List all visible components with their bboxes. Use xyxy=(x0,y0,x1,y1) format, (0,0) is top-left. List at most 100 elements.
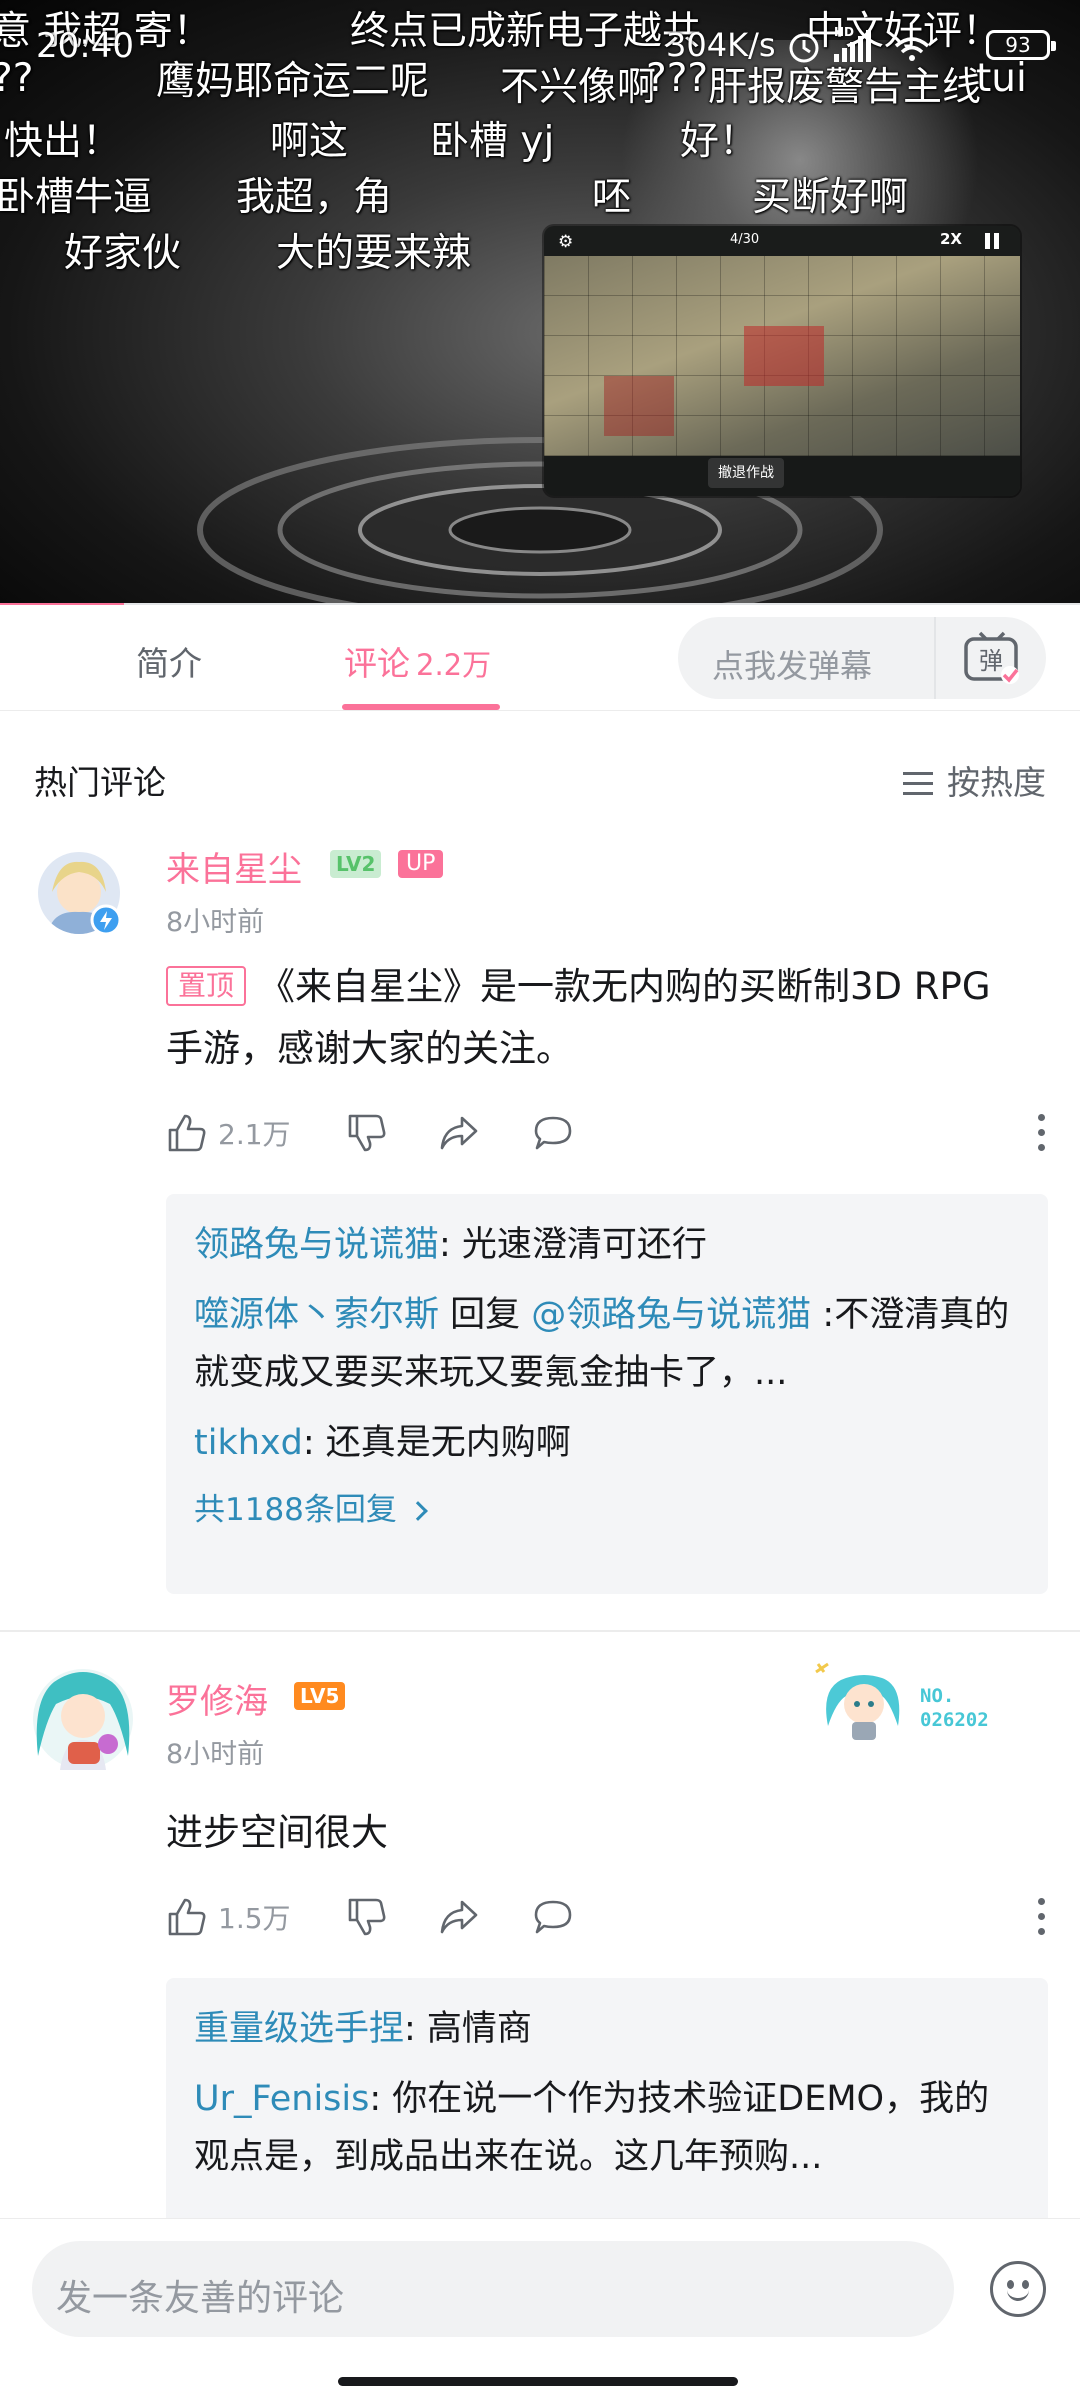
sort-button[interactable]: 按热度 xyxy=(903,756,1046,804)
chat-bubble-icon xyxy=(534,1900,572,1934)
emoji-icon[interactable] xyxy=(990,2261,1046,2317)
svg-text:弹: 弹 xyxy=(979,647,1003,675)
reply-username[interactable]: 领路兔与说谎猫 xyxy=(194,1225,439,1265)
like-button[interactable]: 2.1万 xyxy=(166,1108,291,1158)
reply-text: : 光速澄清可还行 xyxy=(439,1225,707,1265)
reply-username[interactable]: 噬源体丶索尔斯 xyxy=(194,1295,439,1335)
comment-username[interactable]: 罗修海 xyxy=(166,1674,268,1723)
battery-indicator: 93 xyxy=(986,30,1056,60)
level-badge: LV2 xyxy=(330,850,382,878)
danmaku-comment: 好家伙 xyxy=(64,231,182,276)
up-badge: UP xyxy=(398,850,444,878)
comment-time: 8小时前 xyxy=(166,1739,265,1770)
tab-active-indicator xyxy=(342,704,500,710)
reply-username[interactable]: tikhxd xyxy=(194,1423,303,1463)
share-button[interactable] xyxy=(438,1892,480,1942)
comment-input[interactable]: 发一条友善的评论 xyxy=(32,2241,954,2337)
like-count: 1.5万 xyxy=(218,1902,291,1935)
video-progress-bar[interactable] xyxy=(0,603,1080,605)
gear-icon[interactable]: ⚙ xyxy=(558,232,573,252)
level-badge: LV5 xyxy=(294,1682,346,1710)
reply-preview-box[interactable]: 重量级选手捏: 高情商 Ur_Fenisis: 你在说一个作为技术验证DEMO，… xyxy=(166,1978,1048,2238)
share-icon xyxy=(440,1116,478,1150)
danmaku-comment: 呸 xyxy=(592,175,632,220)
pip-game-board xyxy=(544,256,1020,456)
fan-garb-badge: NO. 026202 xyxy=(806,1656,1016,1746)
tab-comments-label: 评论 xyxy=(344,644,410,683)
garb-number: NO. 026202 xyxy=(920,1684,989,1732)
reply-mention[interactable]: @领路兔与说谎猫 xyxy=(531,1295,811,1335)
comment-username[interactable]: 来自星尘 xyxy=(166,842,302,891)
pip-wave-counter: 4/30 xyxy=(730,232,760,247)
comment-actions: 2.1万 xyxy=(166,1108,1046,1158)
verified-badge-icon xyxy=(90,904,122,936)
view-all-replies-link[interactable]: 共1188条回复 xyxy=(194,1484,1020,1529)
wifi-icon xyxy=(894,37,930,61)
reply-username[interactable]: Ur_Fenisis xyxy=(194,2079,369,2119)
network-speed: 304K/s xyxy=(666,26,776,64)
pip-gameplay-window[interactable]: ⚙ 4/30 2X 撤退作战 xyxy=(544,226,1020,496)
danmaku-comment: 我超，角 xyxy=(236,175,393,220)
reply-preview-box[interactable]: 领路兔与说谎猫: 光速澄清可还行 噬源体丶索尔斯 回复 @领路兔与说谎猫 :不澄… xyxy=(166,1194,1048,1594)
more-options-icon[interactable] xyxy=(1036,1114,1046,1152)
sort-icon xyxy=(903,772,933,796)
reply-item: tikhxd: 还真是无内购啊 xyxy=(194,1414,1020,1472)
miku-figure-icon xyxy=(815,1662,900,1740)
danmaku-input-placeholder: 点我发弹幕 xyxy=(712,647,873,685)
danmaku-toggle-icon[interactable]: 弹 xyxy=(960,629,1024,687)
like-count: 2.1万 xyxy=(218,1118,291,1151)
tab-intro[interactable]: 简介 xyxy=(136,637,202,685)
alarm-icon xyxy=(789,33,819,63)
garb-number-label: NO. xyxy=(920,1685,955,1707)
reply-username[interactable]: 重量级选手捏 xyxy=(194,2009,404,2049)
reply-text: : 还真是无内购啊 xyxy=(302,1423,571,1463)
video-progress-fill xyxy=(0,603,125,605)
pip-retreat-button[interactable]: 撤退作战 xyxy=(708,458,784,488)
thumbs-up-icon xyxy=(168,1898,206,1936)
comment-time: 8小时前 xyxy=(166,907,265,938)
danmaku-comment: 好！ xyxy=(680,119,759,164)
reply-total-label: 共1188条回复 xyxy=(194,1492,397,1528)
reply-item: 领路兔与说谎猫: 光速澄清可还行 xyxy=(194,1216,1020,1274)
video-player[interactable]: ⚙ 4/30 2X 撤退作战 意 我超 寄！终点已成新电子越共中文好评！??鹰妈… xyxy=(0,0,1080,605)
like-button[interactable]: 1.5万 xyxy=(166,1892,291,1942)
share-icon xyxy=(440,1900,478,1934)
sort-label: 按热度 xyxy=(947,763,1046,802)
danmaku-input[interactable]: 点我发弹幕 弹 xyxy=(678,617,1046,699)
reply-item: 重量级选手捏: 高情商 xyxy=(194,2000,1020,2058)
home-indicator[interactable] xyxy=(338,2377,738,2386)
status-bar: 20:40 304K/s HD 93 xyxy=(0,0,1080,96)
more-options-icon[interactable] xyxy=(1036,1898,1046,1936)
thumbs-down-icon xyxy=(348,1898,386,1936)
dislike-button[interactable] xyxy=(346,1892,388,1942)
danmaku-comment: 大的要来辣 xyxy=(276,231,472,276)
share-button[interactable] xyxy=(438,1108,480,1158)
dislike-button[interactable] xyxy=(346,1108,388,1158)
comment-input-placeholder: 发一条友善的评论 xyxy=(56,2278,345,2319)
garb-number-value: 026202 xyxy=(920,1709,989,1731)
pause-icon[interactable] xyxy=(984,233,1000,249)
thumbs-up-icon xyxy=(168,1114,206,1152)
tab-comments[interactable]: 评论 2.2万 xyxy=(344,637,491,685)
comment-compose-bar: 发一条友善的评论 xyxy=(0,2218,1080,2400)
avatar[interactable] xyxy=(24,1660,142,1778)
comment-text-content: 《来自星尘》是一款无内购的买断制3D RPG手游，感谢大家的关注。 xyxy=(166,965,991,1070)
comment-text: 置顶 《来自星尘》是一款无内购的买断制3D RPG手游，感谢大家的关注。 xyxy=(166,956,1006,1080)
tab-comments-count: 2.2万 xyxy=(416,648,492,682)
reply-button[interactable] xyxy=(532,1892,574,1942)
comment-actions: 1.5万 xyxy=(166,1892,1046,1942)
reply-item: Ur_Fenisis: 你在说一个作为技术验证DEMO，我的观点是，到成品出来在… xyxy=(194,2070,1020,2186)
tab-bar: 简介 评论 2.2万 点我发弹幕 弹 xyxy=(0,607,1080,711)
danmaku-comment: 快出！ xyxy=(4,119,122,164)
chevron-right-icon xyxy=(408,1501,428,1521)
danmaku-comment: 买断好啊 xyxy=(752,175,909,220)
comment-text: 进步空间很大 xyxy=(166,1811,388,1854)
reply-button[interactable] xyxy=(532,1108,574,1158)
divider xyxy=(934,617,936,699)
comment-divider xyxy=(0,1630,1080,1632)
hd-label: HD xyxy=(834,25,854,39)
reply-item: 噬源体丶索尔斯 回复 @领路兔与说谎猫 :不澄清真的就变成又要买来玩又要氪金抽卡… xyxy=(194,1286,1020,1402)
danmaku-comment: 卧槽 yj xyxy=(430,119,555,164)
pip-speed-toggle[interactable]: 2X xyxy=(940,230,962,248)
thumbs-down-icon xyxy=(348,1114,386,1152)
